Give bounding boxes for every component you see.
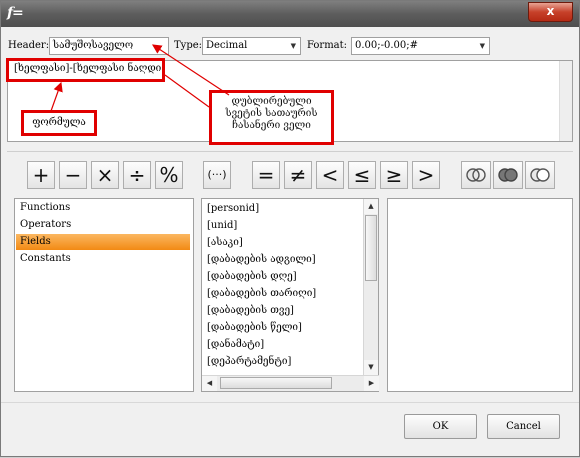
annotation-note-line: სვეტის სათაურის [225, 108, 318, 119]
category-item-functions[interactable]: Functions [16, 200, 190, 216]
annotation-note: დუბლირებული სვეტის სათაურის ჩასანერი ველ… [209, 90, 334, 145]
cancel-button[interactable]: Cancel [487, 414, 560, 439]
title-bar[interactable]: f= x [1, 1, 579, 27]
field-list[interactable]: [personid] [unid] [ასაკი] [დაბადების ადგ… [201, 198, 379, 392]
intersect-icon [466, 168, 486, 182]
field-item[interactable]: [დეპარტამენტი] [204, 353, 291, 370]
header-label: Header: [8, 40, 50, 51]
exclude-icon [530, 168, 550, 182]
annotation-formula-label: ფორმულა [21, 110, 97, 136]
plus-button[interactable]: + [27, 161, 55, 189]
formula-highlight-box [6, 58, 165, 82]
scroll-thumb[interactable] [365, 215, 377, 281]
not-equals-button[interactable]: ≠ [284, 161, 312, 189]
field-item[interactable]: [დანამატი] [204, 336, 264, 353]
chevron-down-icon: ▼ [290, 42, 296, 50]
category-item-operators[interactable]: Operators [16, 217, 190, 233]
less-than-button[interactable]: < [316, 161, 344, 189]
formula-editor-dialog: f= x Header: სამუშოსაველო Type: Decimal … [0, 0, 580, 457]
formula-app-icon: f= [7, 5, 24, 21]
field-item[interactable]: [დაბადების დღე] [204, 268, 297, 285]
intersect-button[interactable] [461, 161, 491, 189]
field-item[interactable]: [დაბადების ადგილი] [204, 251, 316, 268]
parentheses-button[interactable]: (···) [203, 161, 231, 189]
exclude-button[interactable] [525, 161, 555, 189]
percent-button[interactable]: % [155, 161, 183, 189]
scroll-left-icon[interactable]: ◀ [202, 376, 217, 391]
field-item[interactable]: [დაბადების წელი] [204, 319, 302, 336]
format-select[interactable]: 0.00;-0.00;# ▼ [351, 37, 490, 55]
formula-scrollbar[interactable] [559, 61, 572, 141]
greater-or-equal-button[interactable]: ≥ [380, 161, 408, 189]
field-list-horizontal-scrollbar[interactable]: ◀ ▶ [202, 375, 379, 391]
ok-button[interactable]: OK [404, 414, 477, 439]
type-select[interactable]: Decimal ▼ [202, 37, 301, 55]
divide-button[interactable]: ÷ [123, 161, 151, 189]
scroll-thumb[interactable] [220, 377, 332, 389]
union-icon [498, 168, 518, 182]
annotation-note-line: ჩასანერი ველი [232, 120, 311, 131]
minus-button[interactable]: − [59, 161, 87, 189]
field-item[interactable]: [დაბადების თარიღი] [204, 285, 316, 302]
less-or-equal-button[interactable]: ≤ [348, 161, 376, 189]
field-item[interactable]: [unid] [204, 217, 237, 234]
field-item[interactable]: [დაბადების თვე] [204, 302, 294, 319]
category-item-constants[interactable]: Constants [16, 251, 190, 267]
scroll-right-icon[interactable]: ▶ [364, 376, 379, 391]
equals-button[interactable]: = [252, 161, 280, 189]
chevron-down-icon: ▼ [479, 42, 485, 50]
footer-divider [1, 402, 579, 403]
scroll-up-icon[interactable]: ▲ [364, 199, 378, 214]
type-label: Type: [174, 40, 203, 51]
description-panel [387, 198, 573, 392]
format-label: Format: [307, 40, 348, 51]
scroll-down-icon[interactable]: ▼ [364, 360, 378, 375]
annotation-note-line: დუბლირებული [231, 96, 312, 107]
section-divider [7, 151, 573, 152]
multiply-button[interactable]: × [91, 161, 119, 189]
field-item[interactable]: [ასაკი] [204, 234, 243, 251]
type-select-value: Decimal [206, 40, 248, 51]
close-button[interactable]: x [528, 2, 573, 22]
field-item[interactable]: [personid] [204, 200, 259, 217]
greater-than-button[interactable]: > [412, 161, 440, 189]
category-item-fields[interactable]: Fields [16, 234, 190, 250]
header-input[interactable]: სამუშოსაველო [49, 37, 169, 55]
category-list[interactable]: Functions Operators Fields Constants [14, 198, 194, 392]
format-select-value: 0.00;-0.00;# [355, 40, 419, 51]
union-button[interactable] [493, 161, 523, 189]
field-list-vertical-scrollbar[interactable]: ▲ ▼ [363, 199, 378, 375]
